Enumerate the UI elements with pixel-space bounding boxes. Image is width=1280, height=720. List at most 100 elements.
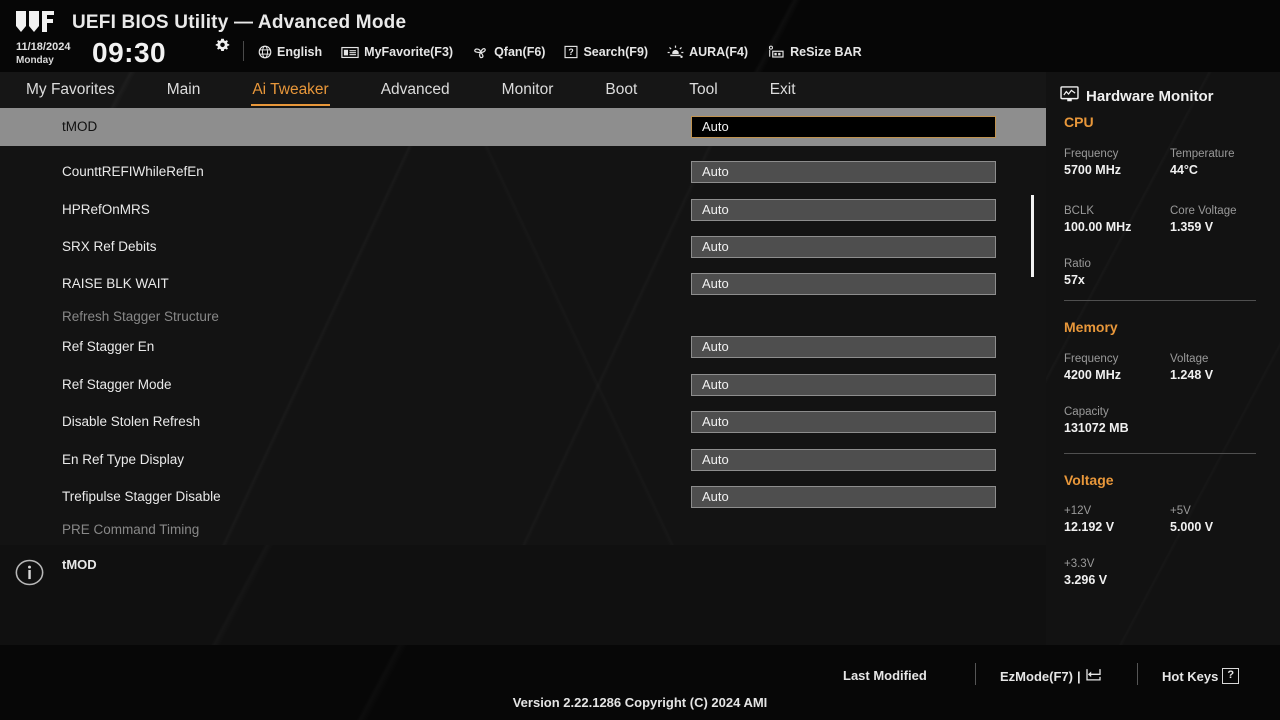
table-row[interactable]: En Ref Type Display Auto bbox=[0, 441, 1046, 479]
aura-label: AURA(F4) bbox=[689, 45, 749, 59]
item-key: BCLK bbox=[1064, 205, 1095, 217]
hwmon-item-cpu-temperature: Temperature 44°C bbox=[1170, 147, 1278, 178]
myfavorite-button[interactable]: MyFavorite(F3) bbox=[341, 45, 453, 59]
table-row[interactable]: CounttREFIWhileRefEn Auto bbox=[0, 153, 1046, 191]
ezmode-separator: | bbox=[1076, 668, 1081, 684]
setting-label: RAISE BLK WAIT bbox=[62, 276, 169, 292]
ezmode-button[interactable]: EzMode(F7) | bbox=[1000, 668, 1102, 684]
item-value: 131072 MB bbox=[1064, 421, 1129, 435]
hardware-monitor-panel: Hardware Monitor CPU Frequency 5700 MHz … bbox=[1046, 72, 1280, 645]
item-key: Frequency bbox=[1064, 353, 1119, 365]
setting-value-field[interactable]: Auto bbox=[691, 410, 996, 433]
setting-label: SRX Ref Debits bbox=[62, 239, 157, 255]
table-row[interactable]: RAISE BLK WAIT Auto bbox=[0, 265, 1046, 303]
hwmon-item-bclk: BCLK 100.00 MHz bbox=[1064, 204, 1172, 235]
item-key: Core Voltage bbox=[1170, 205, 1237, 217]
header-bar: UEFI BIOS Utility — Advanced Mode 11/18/… bbox=[0, 0, 1280, 72]
ezmode-arrow-icon bbox=[1085, 668, 1102, 684]
setting-label: Disable Stolen Refresh bbox=[62, 414, 201, 430]
aura-light-icon bbox=[667, 45, 684, 60]
search-question-icon: ? bbox=[564, 45, 578, 59]
setting-value-field[interactable]: Auto bbox=[691, 448, 996, 471]
navigation-tabs: My Favorites Main Ai Tweaker Advanced Mo… bbox=[0, 72, 1046, 108]
help-panel bbox=[0, 545, 1046, 645]
section-header-row: PRE Command Timing bbox=[0, 511, 1046, 545]
gear-icon[interactable] bbox=[215, 38, 230, 53]
scrollbar-thumb[interactable] bbox=[1031, 195, 1034, 277]
setting-label: CounttREFIWhileRefEn bbox=[62, 164, 204, 180]
tab-exit[interactable]: Exit bbox=[770, 77, 796, 104]
table-row[interactable]: Ref Stagger Mode Auto bbox=[0, 366, 1046, 404]
setting-value-field[interactable]: Auto bbox=[691, 235, 996, 258]
last-modified-button[interactable]: Last Modified bbox=[843, 668, 927, 683]
item-key: +12V bbox=[1064, 505, 1092, 517]
hotkeys-button[interactable]: Hot Keys ? bbox=[1162, 668, 1240, 684]
section-header-label: Refresh Stagger Structure bbox=[62, 309, 219, 325]
hwmon-item-core-voltage: Core Voltage 1.359 V bbox=[1170, 204, 1278, 235]
search-label: Search(F9) bbox=[583, 45, 649, 59]
hwmon-divider bbox=[1064, 453, 1256, 454]
tab-main[interactable]: Main bbox=[167, 77, 201, 104]
ezmode-label: EzMode(F7) bbox=[1000, 668, 1073, 684]
language-button[interactable]: English bbox=[258, 45, 322, 59]
tab-my-favorites[interactable]: My Favorites bbox=[26, 77, 115, 104]
last-modified-label: Last Modified bbox=[843, 668, 927, 683]
tab-boot[interactable]: Boot bbox=[605, 77, 637, 104]
tab-tool[interactable]: Tool bbox=[689, 77, 717, 104]
help-text: tMOD bbox=[62, 557, 97, 572]
language-label: English bbox=[277, 45, 323, 59]
date-value: 11/18/2024 bbox=[16, 41, 71, 53]
item-value: 3.296 V bbox=[1064, 573, 1108, 587]
setting-value-field[interactable]: Auto bbox=[691, 198, 996, 221]
tab-monitor[interactable]: Monitor bbox=[502, 77, 554, 104]
qfan-icon bbox=[472, 45, 489, 60]
table-row[interactable]: Trefipulse Stagger Disable Auto bbox=[0, 478, 1046, 516]
info-icon bbox=[15, 558, 44, 587]
hardware-monitor-label: Hardware Monitor bbox=[1086, 87, 1214, 105]
aura-button[interactable]: AURA(F4) bbox=[667, 45, 748, 60]
clock-display: 09:30 bbox=[92, 37, 167, 68]
setting-value-field[interactable]: Auto bbox=[691, 335, 996, 358]
item-key: Voltage bbox=[1170, 353, 1209, 365]
weekday-value: Monday bbox=[16, 55, 54, 66]
setting-value-field[interactable]: Auto bbox=[691, 115, 996, 138]
setting-value-field[interactable]: Auto bbox=[691, 373, 996, 396]
item-value: 4200 MHz bbox=[1064, 368, 1121, 382]
setting-label: Trefipulse Stagger Disable bbox=[62, 489, 221, 505]
qfan-button[interactable]: Qfan(F6) bbox=[472, 45, 545, 60]
table-row[interactable]: SRX Ref Debits Auto bbox=[0, 228, 1046, 266]
favorite-list-icon bbox=[341, 46, 359, 59]
tab-advanced[interactable]: Advanced bbox=[381, 77, 450, 104]
hotkeys-badge: ? bbox=[1222, 668, 1240, 684]
search-button[interactable]: ? Search(F9) bbox=[564, 45, 648, 59]
setting-value-field[interactable]: Auto bbox=[691, 272, 996, 295]
tab-ai-tweaker[interactable]: Ai Tweaker bbox=[251, 77, 331, 106]
item-key: Frequency bbox=[1064, 148, 1119, 160]
footer-divider bbox=[975, 663, 976, 685]
hwmon-item-mem-voltage: Voltage 1.248 V bbox=[1170, 352, 1278, 383]
setting-value-field[interactable]: Auto bbox=[691, 485, 996, 508]
version-text: Version 2.22.1286 Copyright (C) 2024 AMI bbox=[512, 695, 768, 710]
hwmon-item-mem-frequency: Frequency 4200 MHz bbox=[1064, 352, 1172, 383]
item-key: +5V bbox=[1170, 505, 1191, 517]
hardware-monitor-title: Hardware Monitor bbox=[1060, 86, 1214, 106]
hotkeys-label: Hot Keys bbox=[1162, 668, 1219, 684]
setting-label: tMOD bbox=[62, 119, 98, 135]
table-row[interactable]: HPRefOnMRS Auto bbox=[0, 191, 1046, 229]
setting-value-field[interactable]: Auto bbox=[691, 160, 996, 183]
hwmon-item-cpu-frequency: Frequency 5700 MHz bbox=[1064, 147, 1172, 178]
hwmon-section-memory: Memory bbox=[1064, 319, 1118, 335]
help-texture bbox=[0, 545, 1046, 645]
table-row[interactable]: Ref Stagger En Auto bbox=[0, 328, 1046, 366]
setting-label: HPRefOnMRS bbox=[62, 202, 150, 218]
page-title: UEFI BIOS Utility — Advanced Mode bbox=[72, 12, 407, 33]
item-value: 1.359 V bbox=[1170, 220, 1214, 234]
table-row[interactable]: Disable Stolen Refresh Auto bbox=[0, 403, 1046, 441]
qfan-label: Qfan(F6) bbox=[494, 45, 546, 59]
resize-bar-button[interactable]: ReSize BAR bbox=[767, 45, 862, 60]
table-row[interactable]: tMOD Auto bbox=[0, 108, 1046, 146]
setting-label: Ref Stagger Mode bbox=[62, 377, 172, 393]
resize-bar-icon bbox=[767, 45, 785, 60]
scrollbar[interactable] bbox=[1030, 110, 1034, 543]
header-divider bbox=[243, 41, 244, 61]
